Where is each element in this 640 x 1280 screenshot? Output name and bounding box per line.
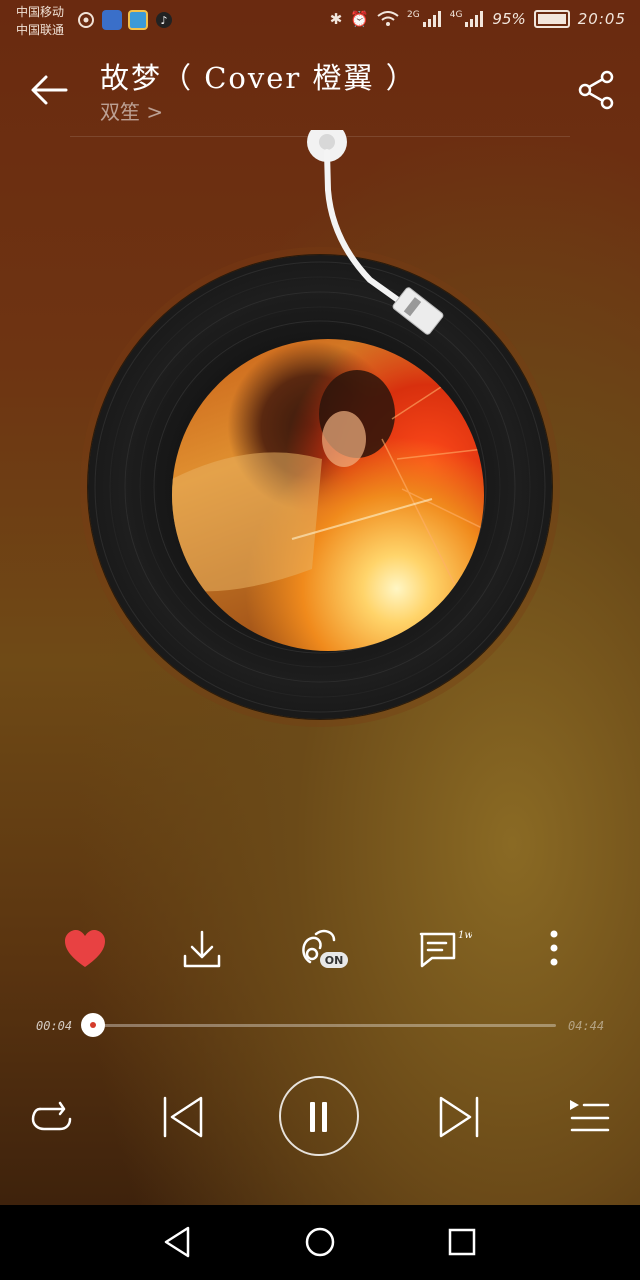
next-icon[interactable] [436, 1094, 482, 1140]
nav-recents-icon[interactable] [442, 1222, 482, 1262]
sound-effect-icon[interactable]: ON [298, 926, 352, 974]
cover-art-illustration [172, 358, 484, 600]
battery-icon [533, 10, 570, 28]
pause-icon [310, 1102, 327, 1132]
signal-icon-1 [422, 11, 441, 27]
progress-thumb[interactable] [80, 1013, 105, 1037]
previous-icon[interactable] [160, 1094, 206, 1140]
album-cover-art [172, 339, 484, 651]
playlist-icon[interactable] [566, 1096, 612, 1136]
heart-icon[interactable] [61, 926, 109, 974]
nav-back-icon[interactable] [158, 1222, 198, 1262]
repeat-icon[interactable] [30, 1097, 74, 1137]
alarm-icon: ⏰ [350, 10, 370, 28]
status-right: ✱ ⏰ 2G 4G 95% 20:05 [330, 10, 626, 28]
comment-count: 1w+ [458, 930, 472, 941]
progress-track[interactable] [86, 1024, 556, 1027]
clock: 20:05 [577, 10, 626, 28]
carrier-1: 中国移动 [16, 5, 65, 19]
signal-icon-2 [465, 11, 484, 27]
svg-text:♪: ♪ [160, 14, 167, 27]
song-title: 故梦（ Cover 橙翼 ） [100, 61, 417, 95]
app-notification-icon [78, 12, 94, 28]
play-pause-button[interactable] [279, 1076, 359, 1156]
total-duration: 04:44 [568, 1019, 605, 1033]
battery-percent: 95% [492, 10, 526, 28]
carrier-labels: 中国移动 中国联通 [16, 3, 64, 39]
effect-on-badge: ON [325, 954, 344, 967]
tonearm [307, 130, 444, 335]
comment-icon[interactable]: 1w+ [416, 926, 472, 974]
network-label-2: 4G [449, 10, 463, 20]
download-icon[interactable] [178, 926, 226, 974]
wifi-icon [377, 11, 399, 26]
network-label-1: 2G [407, 10, 420, 20]
share-icon[interactable] [575, 68, 619, 112]
shield-app-icon [102, 10, 122, 30]
status-bar: 中国移动 中国联通 ♪ ✱ ⏰ 2G 4G 95% 20:05 [0, 0, 640, 44]
nav-home-icon[interactable] [300, 1222, 340, 1262]
bluetooth-icon: ✱ [329, 10, 343, 28]
artist-link[interactable]: 双笙 > [100, 96, 163, 125]
back-arrow-icon[interactable] [26, 68, 74, 112]
elapsed-time: 00:04 [36, 1019, 73, 1033]
tiktok-app-icon: ♪ [156, 12, 172, 28]
carrier-2: 中国联通 [16, 23, 65, 37]
card-app-icon [128, 10, 148, 30]
more-icon[interactable] [530, 926, 578, 974]
